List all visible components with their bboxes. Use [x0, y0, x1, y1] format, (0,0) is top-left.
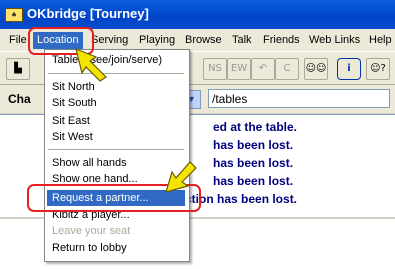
menu-item-return-lobby[interactable]: Return to lobby: [52, 240, 127, 256]
menu-separator: [48, 73, 184, 74]
menu-item-leave-seat: Leave your seat: [52, 225, 131, 237]
ew-button[interactable]: EW: [227, 58, 251, 80]
partners-icon[interactable]: ☺☺: [304, 58, 328, 80]
menu-item-sit-west[interactable]: Sit West: [52, 129, 93, 145]
okbridge-app-icon: ♠: [5, 8, 23, 22]
menu-playing[interactable]: Playing: [138, 33, 176, 48]
message-line: ction has been lost.: [185, 192, 298, 206]
message-line: ed at the table.: [213, 120, 298, 134]
menu-item-sit-east[interactable]: Sit East: [52, 113, 90, 129]
undo-icon[interactable]: ↶: [251, 58, 275, 80]
menu-help[interactable]: Help: [368, 33, 393, 48]
channel-label: Cha: [8, 92, 31, 106]
ns-button[interactable]: NS: [203, 58, 227, 80]
menu-separator: [48, 149, 184, 150]
message-line: has been lost.: [213, 174, 294, 188]
menu-item-sit-south[interactable]: Sit South: [52, 95, 97, 111]
help-people-icon[interactable]: ☺?: [366, 58, 390, 80]
menu-file[interactable]: File: [8, 33, 28, 48]
message-line: has been lost.: [213, 156, 294, 170]
arrow-icon: [165, 161, 197, 193]
menu-talk[interactable]: Talk: [231, 33, 253, 48]
info-icon[interactable]: i: [337, 58, 361, 80]
menu-web-links[interactable]: Web Links: [308, 33, 361, 48]
title-bar: ♠ OKbridge [Tourney]: [0, 0, 395, 29]
window-title: OKbridge [Tourney]: [27, 6, 149, 21]
command-input[interactable]: /tables: [208, 89, 390, 108]
menu-item-show-all-hands[interactable]: Show all hands: [52, 155, 127, 171]
table-icon[interactable]: ▙: [6, 58, 30, 80]
location-menu: Tables (see/join/serve) Sit North Sit So…: [44, 49, 190, 262]
menu-browse[interactable]: Browse: [184, 33, 223, 48]
claim-button[interactable]: C: [275, 58, 299, 80]
message-line: has been lost.: [213, 138, 294, 152]
menu-friends[interactable]: Friends: [262, 33, 301, 48]
arrow-icon: [75, 48, 107, 82]
